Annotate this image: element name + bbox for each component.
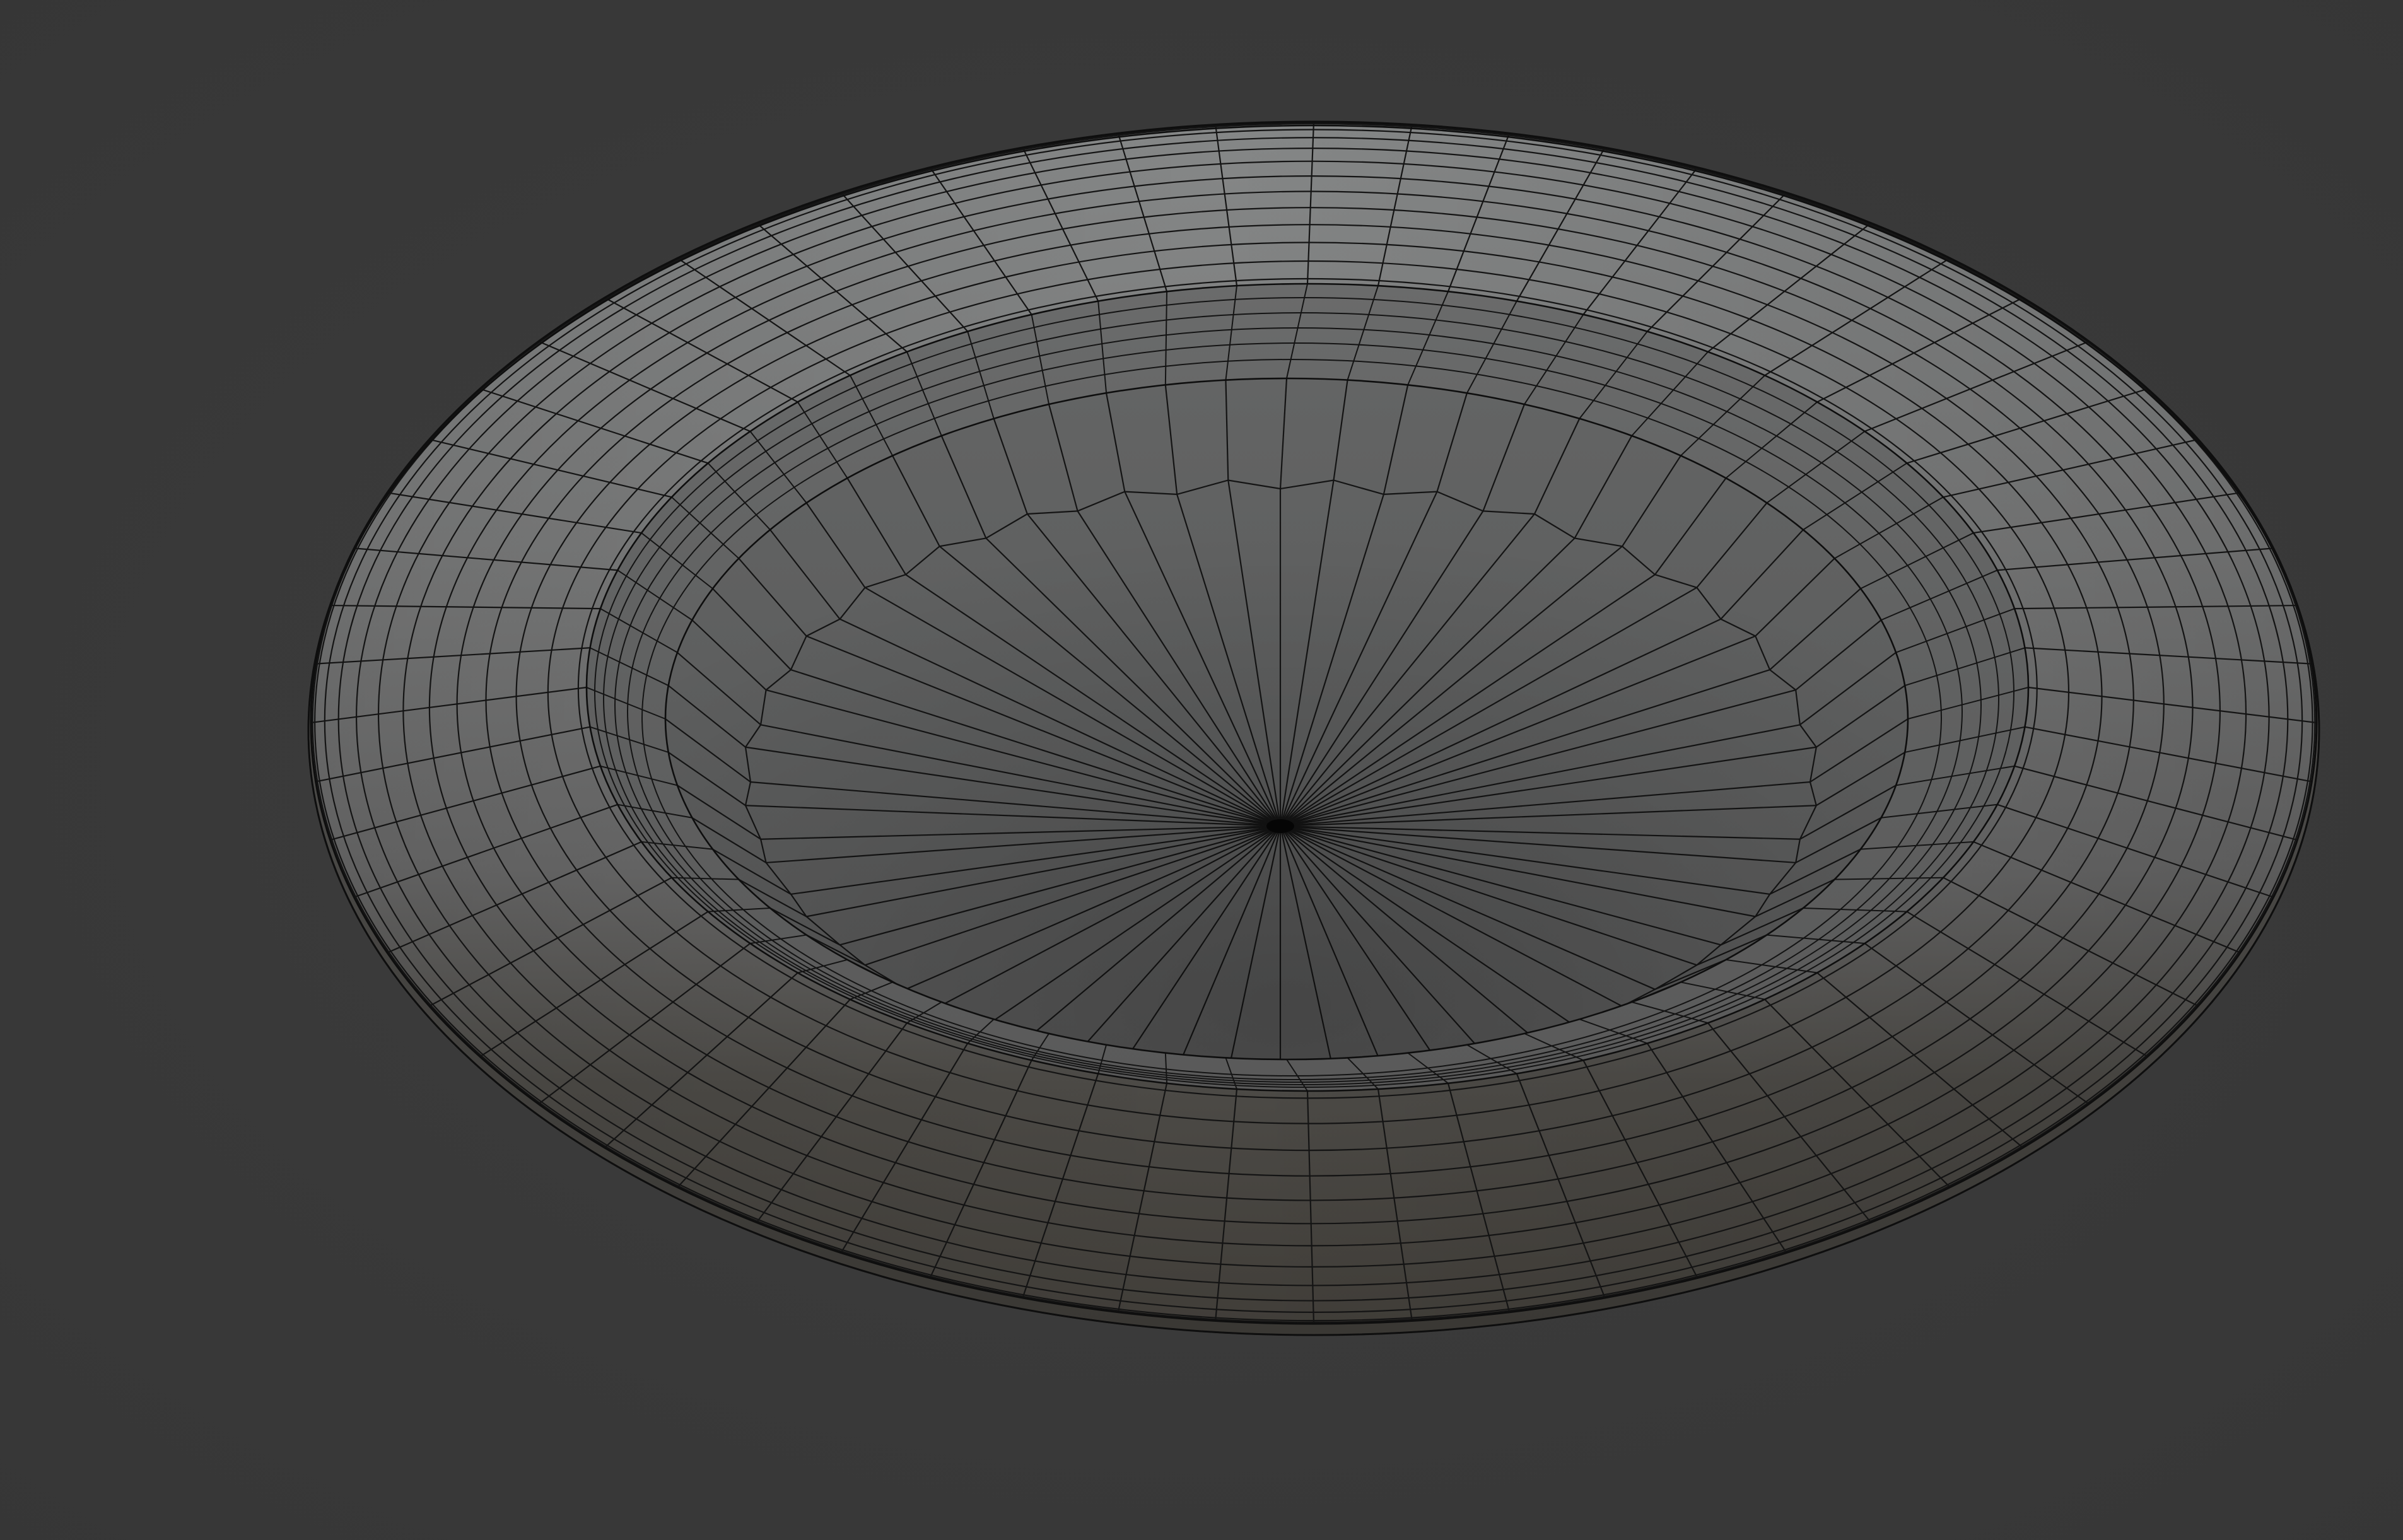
3d-viewport[interactable] xyxy=(0,0,2403,1540)
center-pole-vertex xyxy=(1266,819,1294,833)
well-shadow xyxy=(665,378,1908,1059)
plate-mesh-render xyxy=(0,0,2403,1540)
plate-object[interactable] xyxy=(307,120,2320,1336)
